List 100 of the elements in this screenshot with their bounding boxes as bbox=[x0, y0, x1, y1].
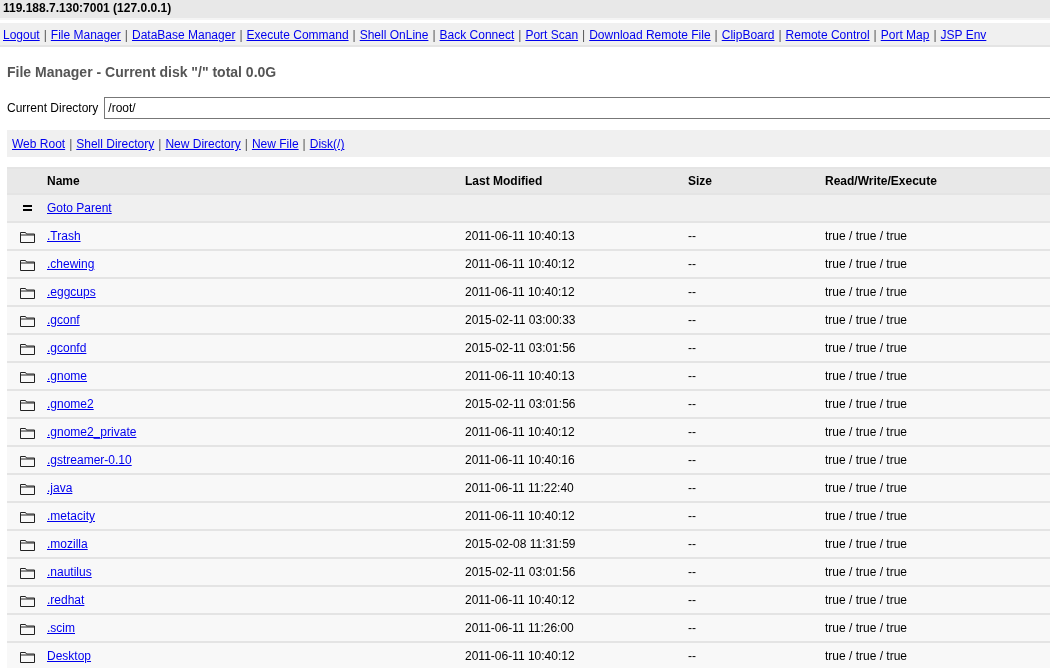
nav-link[interactable]: File Manager bbox=[50, 27, 121, 43]
link-separator: | bbox=[518, 27, 522, 43]
folder-icon bbox=[18, 537, 36, 551]
link-separator: | bbox=[124, 27, 128, 43]
modified-cell-text: 2011-06-11 10:40:12 bbox=[465, 425, 576, 439]
permissions-cell-text: true / true / true bbox=[825, 537, 909, 551]
modified-cell-text: 2011-06-11 10:40:12 bbox=[465, 285, 576, 299]
permissions-cell-text: true / true / true bbox=[825, 313, 909, 327]
file-name-link[interactable]: .gstreamer-0.10 bbox=[47, 453, 132, 467]
permissions-cell-text: true / true / true bbox=[825, 369, 909, 383]
nav-link[interactable]: Back Connect bbox=[439, 27, 515, 43]
file-name-link[interactable]: .mozilla bbox=[47, 537, 88, 551]
size-cell-text: -- bbox=[688, 453, 697, 467]
permissions-cell-text: true / true / true bbox=[825, 229, 909, 243]
link-separator: | bbox=[778, 27, 782, 43]
file-name-link[interactable]: .java bbox=[47, 481, 73, 495]
size-cell-text: -- bbox=[688, 425, 697, 439]
server-address: 119.188.7.130:7001 (127.0.0.1) bbox=[3, 1, 172, 15]
nav-link[interactable]: Shell OnLine bbox=[359, 27, 429, 43]
permissions-cell-text: true / true / true bbox=[825, 481, 909, 495]
modified-cell-text: 2015-02-11 03:01:56 bbox=[465, 565, 577, 579]
toolbar-link[interactable]: New File bbox=[251, 136, 299, 152]
size-cell-text: -- bbox=[688, 621, 697, 635]
toolbar-link[interactable]: Web Root bbox=[12, 136, 66, 152]
folder-icon bbox=[18, 369, 36, 383]
file-name-link[interactable]: .gnome bbox=[47, 369, 88, 383]
folder-icon bbox=[18, 257, 36, 271]
directory-field[interactable]: /root/ bbox=[104, 97, 1050, 119]
modified-cell-text: 2011-06-11 11:26:00 bbox=[465, 621, 575, 635]
column-header: Read/Write/Execute bbox=[825, 174, 938, 188]
link-separator: | bbox=[352, 27, 356, 43]
column-header: Name bbox=[47, 174, 81, 188]
file-name-link[interactable]: .scim bbox=[47, 621, 75, 635]
modified-cell-text: 2015-02-11 03:00:33 bbox=[465, 313, 577, 327]
modified-cell-text: 2011-06-11 10:40:12 bbox=[465, 509, 576, 523]
size-cell-text: -- bbox=[688, 397, 697, 411]
size-cell-text: -- bbox=[688, 565, 697, 579]
double-bar-icon bbox=[22, 205, 32, 211]
link-separator: | bbox=[432, 27, 436, 43]
link-separator: | bbox=[582, 27, 586, 43]
goto-parent-link[interactable]: Goto Parent bbox=[47, 201, 112, 215]
folder-icon bbox=[18, 285, 36, 299]
file-name-link[interactable]: .eggcups bbox=[47, 285, 96, 299]
size-cell-text: -- bbox=[688, 481, 697, 495]
file-name-link[interactable]: .chewing bbox=[47, 257, 95, 271]
file-name-link[interactable]: .nautilus bbox=[47, 565, 92, 579]
folder-icon bbox=[18, 649, 36, 663]
size-cell-text: -- bbox=[688, 285, 697, 299]
file-name-link[interactable]: .gnome2_private bbox=[47, 425, 137, 439]
size-cell-text: -- bbox=[688, 341, 697, 355]
nav-link[interactable]: Download Remote File bbox=[589, 27, 711, 43]
size-cell-text: -- bbox=[688, 509, 697, 523]
modified-cell-text: 2011-06-11 10:40:12 bbox=[465, 257, 576, 271]
permissions-cell-text: true / true / true bbox=[825, 397, 909, 411]
permissions-cell-text: true / true / true bbox=[825, 341, 909, 355]
file-name-link[interactable]: Desktop bbox=[47, 649, 92, 663]
nav-link[interactable]: Remote Control bbox=[785, 27, 870, 43]
nav-link[interactable]: DataBase Manager bbox=[132, 27, 236, 43]
modified-cell-text: 2011-06-11 10:40:13 bbox=[465, 369, 576, 383]
permissions-cell-text: true / true / true bbox=[825, 621, 909, 635]
page-heading: File Manager - Current disk "/" total 0.0G bbox=[7, 63, 278, 82]
nav-link[interactable]: Execute Command bbox=[246, 27, 349, 43]
size-cell-text: -- bbox=[688, 593, 697, 607]
toolbar-link[interactable]: Shell Directory bbox=[76, 136, 155, 152]
file-name-link[interactable]: .metacity bbox=[47, 509, 95, 523]
size-cell-text: -- bbox=[688, 313, 697, 327]
permissions-cell-text: true / true / true bbox=[825, 509, 909, 523]
toolbar-link[interactable]: Disk(/) bbox=[309, 136, 345, 152]
file-name-link[interactable]: .gnome2 bbox=[47, 397, 94, 411]
nav-link[interactable]: ClipBoard bbox=[721, 27, 775, 43]
permissions-cell-text: true / true / true bbox=[825, 565, 909, 579]
file-name-link[interactable]: .gconf bbox=[47, 313, 80, 327]
size-cell-text: -- bbox=[688, 369, 697, 383]
link-separator: | bbox=[158, 136, 162, 152]
modified-cell-text: 2015-02-11 03:01:56 bbox=[465, 397, 577, 411]
size-cell-text: -- bbox=[688, 229, 697, 243]
permissions-cell-text: true / true / true bbox=[825, 593, 909, 607]
folder-icon bbox=[18, 341, 36, 355]
file-name-link[interactable]: .gconfd bbox=[47, 341, 87, 355]
link-separator: | bbox=[933, 27, 937, 43]
size-cell-text: -- bbox=[688, 649, 697, 663]
folder-icon bbox=[18, 509, 36, 523]
permissions-cell-text: true / true / true bbox=[825, 425, 909, 439]
toolbar-link[interactable]: New Directory bbox=[165, 136, 241, 152]
folder-icon bbox=[18, 397, 36, 411]
folder-icon bbox=[18, 621, 36, 635]
nav-link[interactable]: Port Map bbox=[880, 27, 930, 43]
file-name-link[interactable]: .Trash bbox=[47, 229, 81, 243]
modified-cell-text: 2011-06-11 10:40:13 bbox=[465, 229, 576, 243]
nav-link[interactable]: JSP Env bbox=[940, 27, 987, 43]
permissions-cell-text: true / true / true bbox=[825, 649, 909, 663]
modified-cell-text: 2011-06-11 10:40:12 bbox=[465, 593, 576, 607]
file-name-link[interactable]: .redhat bbox=[47, 593, 85, 607]
permissions-cell-text: true / true / true bbox=[825, 257, 909, 271]
nav-link[interactable]: Port Scan bbox=[525, 27, 579, 43]
modified-cell-text: 2011-06-11 11:22:40 bbox=[465, 481, 575, 495]
folder-icon bbox=[18, 425, 36, 439]
nav-link[interactable]: Logout bbox=[3, 27, 40, 43]
column-header: Size bbox=[688, 174, 713, 188]
field-label: Current Directory bbox=[7, 101, 99, 115]
